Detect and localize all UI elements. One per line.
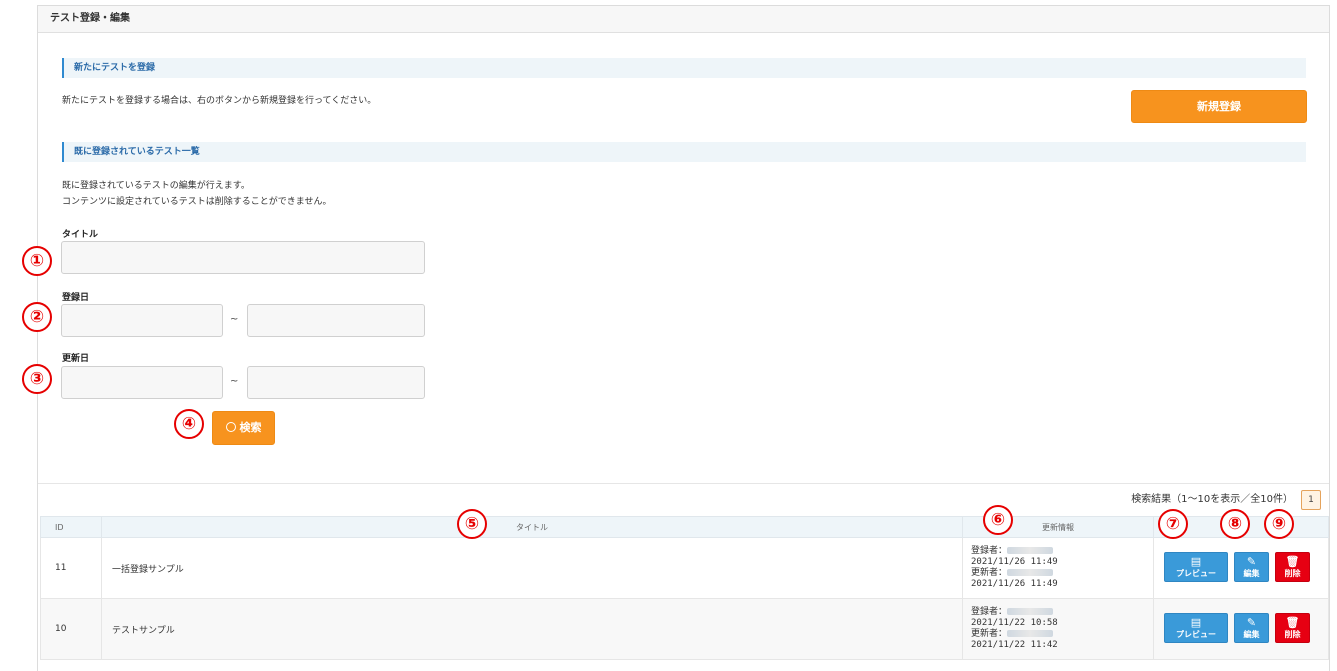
new-register-button[interactable]: 新規登録 [1131,90,1307,123]
list-description-line2: コンテンツに設定されているテストは削除することができません。 [62,197,332,207]
preview-button[interactable]: ▤ プレビュー [1164,552,1228,582]
registered-by-label: 登録者： [971,607,1008,617]
trash-icon: 🗑 [1285,555,1300,568]
table-row: 11 一括登録サンプル 登録者： 2021/11/26 11:49 更新者： 2… [40,537,1329,599]
preview-label: プレビュー [1176,630,1216,639]
redacted-name [1007,630,1054,637]
search-icon [225,422,236,432]
column-header-title: タイトル [101,516,963,538]
delete-button[interactable]: 🗑 削除 [1275,613,1310,643]
preview-icon: ▤ [1190,555,1202,568]
pencil-icon: ✎ [1246,616,1257,629]
search-button-label: 検索 [239,421,262,434]
row-update-info: 登録者： 2021/11/22 10:58 更新者： 2021/11/22 11… [962,598,1154,660]
row-id: 11 [40,537,102,599]
row-update-info: 登録者： 2021/11/26 11:49 更新者： 2021/11/26 11… [962,537,1154,599]
preview-icon: ▤ [1190,616,1202,629]
redacted-name [1007,547,1054,554]
section-heading-new: 新たにテストを登録 [62,58,1306,78]
title-label: タイトル [62,230,99,240]
edit-button[interactable]: ✎ 編集 [1234,613,1269,643]
annotation-marker-9: ⑨ [1264,509,1294,539]
registered-to-input[interactable] [247,304,425,337]
redacted-name [1007,608,1054,615]
registered-from-input[interactable] [61,304,223,337]
section-heading-list: 既に登録されているテスト一覧 [62,142,1306,162]
annotation-marker-8: ⑧ [1220,509,1250,539]
row-id: 10 [40,598,102,660]
updated-by-label: 更新者： [971,629,1008,639]
annotation-marker-6: ⑥ [983,505,1013,535]
table-header-row: ID タイトル 更新情報 [40,516,1329,538]
annotation-marker-3: ③ [22,364,52,394]
annotation-marker-2: ② [22,302,52,332]
main-panel: テスト登録・編集 新たにテストを登録 新たにテストを登録する場合は、右のボタンか… [37,5,1330,671]
redacted-name [1007,569,1054,576]
range-separator: ~ [230,314,239,325]
pagination-page-1[interactable]: 1 [1301,490,1321,510]
edit-button[interactable]: ✎ 編集 [1234,552,1269,582]
column-header-id: ID [40,516,102,538]
row-actions: ▤ プレビュー ✎ 編集 🗑 削除 [1153,598,1329,660]
updated-from-input[interactable] [61,366,223,399]
updated-to-input[interactable] [247,366,425,399]
pencil-icon: ✎ [1246,555,1257,568]
results-summary: 検索結果（1～10を表示／全10件） [1131,494,1293,505]
delete-label: 削除 [1284,630,1301,639]
updated-by-label: 更新者： [971,568,1008,578]
registered-by-label: 登録者： [971,546,1008,556]
list-description-line1: 既に登録されているテストの編集が行えます。 [62,181,250,191]
preview-button[interactable]: ▤ プレビュー [1164,613,1228,643]
row-title: 一括登録サンプル [101,537,963,599]
row-actions: ▤ プレビュー ✎ 編集 🗑 削除 [1153,537,1329,599]
registered-at: 2021/11/26 11:49 [971,557,1058,567]
registered-at: 2021/11/22 10:58 [971,618,1058,628]
registered-date-label: 登録日 [62,293,90,303]
row-title: テストサンプル [101,598,963,660]
updated-at: 2021/11/26 11:49 [971,579,1058,589]
table-row: 10 テストサンプル 登録者： 2021/11/22 10:58 更新者： 20… [40,598,1329,660]
delete-button[interactable]: 🗑 削除 [1275,552,1310,582]
updated-at: 2021/11/22 11:42 [971,640,1058,650]
page-title: テスト登録・編集 [38,6,1329,33]
annotation-marker-4: ④ [174,409,204,439]
annotation-marker-1: ① [22,246,52,276]
range-separator: ~ [230,376,239,387]
title-search-input[interactable] [61,241,425,274]
divider [38,483,1329,484]
search-button[interactable]: 検索 [212,411,275,445]
edit-label: 編集 [1243,569,1260,578]
trash-icon: 🗑 [1285,616,1300,629]
results-table: ID タイトル 更新情報 11 一括登録サンプル 登録者： 2021/11/26… [40,516,1329,660]
annotation-marker-7: ⑦ [1158,509,1188,539]
edit-label: 編集 [1243,630,1260,639]
updated-date-label: 更新日 [62,354,90,364]
delete-label: 削除 [1284,569,1301,578]
annotation-marker-5: ⑤ [457,509,487,539]
preview-label: プレビュー [1176,569,1216,578]
new-section-description: 新たにテストを登録する場合は、右のボタンから新規登録を行ってください。 [62,96,377,106]
